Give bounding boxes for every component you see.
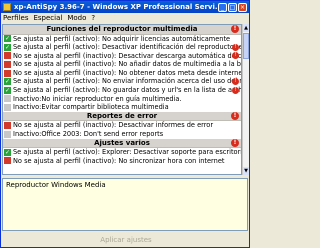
setting-label: No se ajusta al perfil (inactivo): Desac… [13,121,214,130]
setting-row[interactable]: ✓ Se ajusta al perfil (activo): Desactiva… [3,43,241,52]
warning-icon: ! [232,86,239,94]
setting-label: Se ajusta al perfil (activo): No guardar… [13,86,241,95]
unchecked-icon[interactable] [4,52,11,60]
setting-row[interactable]: ✓ Se ajusta al perfil (activo): Explorer:… [3,148,241,157]
unchecked-icon[interactable] [4,61,11,69]
setting-label: No se ajusta al perfil (inactivo): No si… [13,156,225,165]
vertical-scrollbar[interactable]: ▲ ▼ [242,24,249,175]
window-title: xp-AntiSpy 3.96-7 - Windows XP Professio… [14,3,217,11]
scrollbar-thumb[interactable] [243,33,249,59]
setting-label: No se ajusta al perfil (inactivo): No añ… [13,60,241,69]
menu-perfiles[interactable]: Perfiles [3,14,28,22]
app-window: xp-AntiSpy 3.96-7 - Windows XP Professio… [0,0,250,248]
title-bar[interactable]: xp-AntiSpy 3.96-7 - Windows XP Professio… [1,1,249,13]
setting-row[interactable]: ✓ Se ajusta al perfil (activo): No adquir… [3,35,241,44]
setting-label: Se ajusta al perfil (activo): Explorer: … [13,148,241,157]
minimize-button[interactable]: _ [218,2,227,12]
setting-label: Inactivo:Evitar compartir biblioteca mul… [13,103,169,112]
unchecked-icon[interactable] [4,122,11,130]
setting-label: Se ajusta al perfil (activo): Desactivar… [13,43,241,52]
app-icon [3,3,11,11]
unchecked-icon[interactable] [4,69,11,77]
setting-label: Se ajusta al perfil (activo): No enviar … [13,77,241,86]
inactive-icon[interactable] [4,95,11,103]
warning-icon: ! [232,43,239,51]
setting-row[interactable]: No se ajusta al perfil (inactivo): No ob… [3,69,241,78]
menu-help[interactable]: ? [91,14,95,22]
close-button[interactable]: × [238,2,247,12]
check-icon[interactable]: ✓ [4,35,11,43]
section-header-label: Funciones del reproductor multimedia [46,25,198,33]
setting-row[interactable]: Inactivo:Office 2003: Don't send error r… [3,130,241,139]
check-icon[interactable]: ✓ [4,43,11,51]
warning-icon: ! [231,25,239,33]
warning-icon: ! [231,138,239,147]
description-panel: Reproductor Windows Media [2,178,248,231]
menu-especial[interactable]: Especial [33,14,62,22]
setting-row[interactable]: No se ajusta al perfil (inactivo): Desac… [3,52,241,61]
menu-modo[interactable]: Modo [67,14,86,22]
setting-row[interactable]: No se ajusta al perfil (inactivo): No si… [3,157,241,166]
setting-label: Inactivo:Office 2003: Don't send error r… [13,129,164,138]
setting-row[interactable]: ✓ Se ajusta al perfil (activo): No guarda… [3,86,241,95]
warning-icon: ! [231,111,239,120]
scroll-down-icon[interactable]: ▼ [243,167,249,175]
setting-row[interactable]: No se ajusta al perfil (inactivo): No añ… [3,60,241,69]
inactive-icon[interactable] [4,130,11,138]
inactive-icon[interactable] [4,104,11,112]
setting-row[interactable]: No se ajusta al perfil (inactivo): Desac… [3,121,241,130]
unchecked-icon[interactable] [4,157,11,165]
setting-label: Inactivo:No iniciar reproductor en guía … [13,94,182,103]
section-header-label: Ajustes varios [94,138,150,147]
setting-label: No se ajusta al perfil (inactivo): No ob… [13,68,241,77]
scroll-up-icon[interactable]: ▲ [243,24,249,32]
check-icon[interactable]: ✓ [4,148,11,156]
check-icon[interactable]: ✓ [4,78,11,86]
setting-row[interactable]: Inactivo:No iniciar reproductor en guía … [3,95,241,104]
check-icon[interactable]: ✓ [4,86,11,94]
settings-list[interactable]: Funciones del reproductor multimedia! ✓ Se… [2,24,242,175]
setting-row[interactable]: Inactivo:Evitar compartir biblioteca mul… [3,103,241,112]
section-header[interactable]: Ajustes varios! [3,138,241,149]
setting-label: No se ajusta al perfil (inactivo): Desac… [13,51,241,60]
setting-label: Se ajusta al perfil (activo): No adquiri… [13,34,231,43]
section-header[interactable]: Reportes de error! [3,111,241,122]
menu-bar: Perfiles Especial Modo ? [1,13,249,23]
section-header[interactable]: Funciones del reproductor multimedia! [3,25,241,35]
apply-settings-button[interactable]: Aplicar ajustes [86,234,166,246]
section-header-label: Reportes de error [86,111,158,120]
maximize-button[interactable]: □ [228,2,237,12]
setting-row[interactable]: ✓ Se ajusta al perfil (activo): No enviar… [3,77,241,86]
